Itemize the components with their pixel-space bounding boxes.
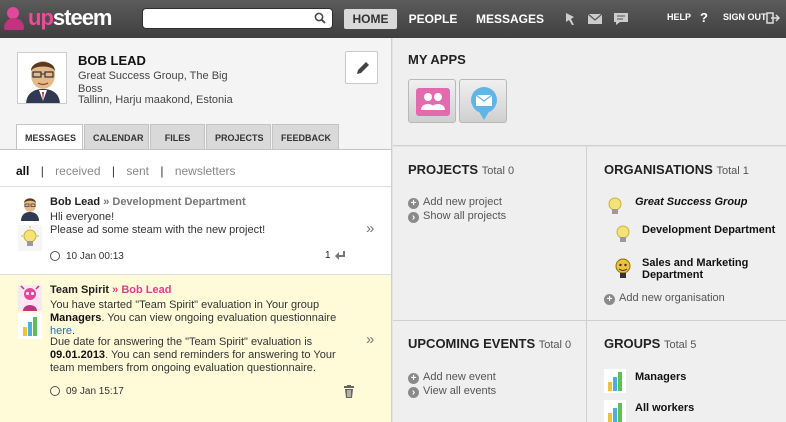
filter-received[interactable]: received [55, 164, 100, 178]
show-projects-link[interactable]: › Show all projects [408, 210, 506, 223]
pin-icon[interactable] [561, 10, 579, 28]
message-body-2: Due date for answering the "Team Spirit"… [50, 336, 336, 374]
tab-feedback[interactable]: FEEDBACK [272, 124, 339, 150]
sender-avatar [21, 198, 39, 221]
nav-messages[interactable]: MESSAGES [470, 9, 550, 29]
message-time: 09 Jan 15:17 [66, 386, 124, 397]
open-message-chevron[interactable]: » [366, 220, 374, 237]
clock-icon [50, 251, 60, 261]
tab-projects[interactable]: PROJECTS [206, 124, 271, 150]
filter-newsletters[interactable]: newsletters [175, 164, 236, 178]
add-project-link[interactable]: + Add new project [408, 196, 502, 209]
message-body: Hli everyone! Please ad some steam with t… [50, 211, 266, 236]
projects-total: Total 0 [481, 165, 515, 177]
nav-home[interactable]: HOME [344, 9, 397, 29]
arrow-icon: › [408, 212, 419, 223]
add-organisation-link[interactable]: + Add new organisation [604, 292, 725, 305]
mail-icon[interactable] [586, 10, 604, 28]
filter-all[interactable]: all [16, 164, 29, 178]
pencil-icon [357, 62, 369, 74]
help-question-icon[interactable]: ? [700, 10, 708, 25]
org-face-icon [615, 258, 631, 278]
logo-text-suffix: steem [52, 5, 113, 30]
org-item[interactable]: Development Department [642, 224, 775, 236]
message-recipient[interactable]: Development Department [112, 196, 245, 208]
logo-icon [4, 6, 26, 30]
signout-icon[interactable] [766, 11, 780, 25]
message-item[interactable]: Team Spirit » Bob Lead You have started … [0, 275, 391, 422]
team-app-icon [416, 88, 450, 116]
filter-sent[interactable]: sent [126, 164, 149, 178]
app-messages-button[interactable] [459, 79, 507, 123]
message-filters: all | received | sent | newsletters [16, 164, 236, 178]
mail-app-icon [471, 87, 497, 120]
open-message-chevron[interactable]: » [366, 331, 374, 348]
organisations-title: ORGANISATIONS [604, 162, 713, 177]
org-item[interactable]: Great Success Group [635, 196, 748, 208]
nav-people[interactable]: PEOPLE [403, 9, 463, 29]
plus-icon: + [408, 373, 419, 384]
top-bar: upsteem HOME PEOPLE MESSAGES HELP ? SIGN… [0, 0, 786, 38]
message-body: You have started "Team Spirit" evaluatio… [50, 299, 337, 337]
org-item[interactable]: Sales and Marketing Department [642, 257, 782, 281]
edit-profile-button[interactable] [345, 51, 378, 84]
events-total: Total 0 [538, 339, 572, 351]
tab-messages[interactable]: MESSAGES [16, 124, 83, 150]
left-column: BOB LEAD Great Success Group, The Big Bo… [0, 38, 392, 422]
team-spirit-avatar [18, 285, 42, 311]
message-sender[interactable]: Bob Lead [50, 196, 100, 208]
right-column: MY APPS PROJECTS Total 0 + Add new projec… [393, 38, 786, 422]
profile-location: Tallinn, Harju maakond, Estonia [78, 94, 233, 106]
message-item[interactable]: Bob Lead » Development Department Hli ev… [0, 187, 391, 274]
logo[interactable]: upsteem [4, 5, 113, 31]
message-sender[interactable]: Team Spirit [50, 284, 109, 296]
help-link[interactable]: HELP [667, 12, 691, 22]
profile-name: BOB LEAD [78, 53, 146, 68]
group-item[interactable]: Managers [635, 371, 686, 383]
search-icon[interactable] [314, 12, 326, 24]
group-item[interactable]: All workers [635, 402, 694, 414]
message-recipient[interactable]: Bob Lead [121, 284, 171, 296]
groups-total: Total 5 [663, 339, 697, 351]
message-time: 10 Jan 00:13 [66, 251, 124, 262]
group-bulb-icon [18, 225, 42, 251]
chat-icon[interactable] [612, 10, 630, 28]
my-apps-panel: MY APPS [393, 38, 786, 146]
groups-title: GROUPS [604, 336, 661, 351]
logo-text-prefix: up [28, 5, 54, 30]
plus-icon: + [408, 198, 419, 209]
view-events-link[interactable]: › View all events [408, 385, 496, 398]
reply-icon[interactable] [334, 250, 348, 262]
tab-calendar[interactable]: CALENDAR [84, 124, 149, 150]
organisations-total: Total 1 [716, 165, 749, 177]
trash-icon[interactable] [343, 385, 355, 398]
profile-avatar[interactable] [17, 52, 67, 104]
tab-files[interactable]: FILES [150, 124, 205, 150]
search-input[interactable] [149, 9, 314, 28]
profile-tabs: MESSAGES CALENDAR FILES PROJECTS FEEDBAC… [16, 124, 340, 150]
projects-title: PROJECTS [408, 162, 479, 177]
signout-link[interactable]: SIGN OUT [723, 12, 767, 22]
search-box [142, 8, 333, 29]
org-bulb-icon [608, 197, 622, 214]
clock-icon [50, 386, 60, 396]
arrow-icon: › [408, 387, 419, 398]
group-chart-icon [604, 400, 626, 422]
group-chart-icon [604, 369, 626, 393]
events-title: UPCOMING EVENTS [408, 336, 536, 351]
org-bulb-icon [616, 225, 630, 242]
add-event-link[interactable]: + Add new event [408, 371, 496, 384]
group-chart-icon [18, 313, 42, 339]
app-team-spirit-button[interactable] [408, 79, 456, 123]
profile-organisation: Great Success Group, The Big Boss [78, 70, 228, 95]
reply-count: 1 [325, 250, 331, 261]
my-apps-title: MY APPS [408, 52, 466, 67]
plus-icon: + [604, 294, 615, 305]
